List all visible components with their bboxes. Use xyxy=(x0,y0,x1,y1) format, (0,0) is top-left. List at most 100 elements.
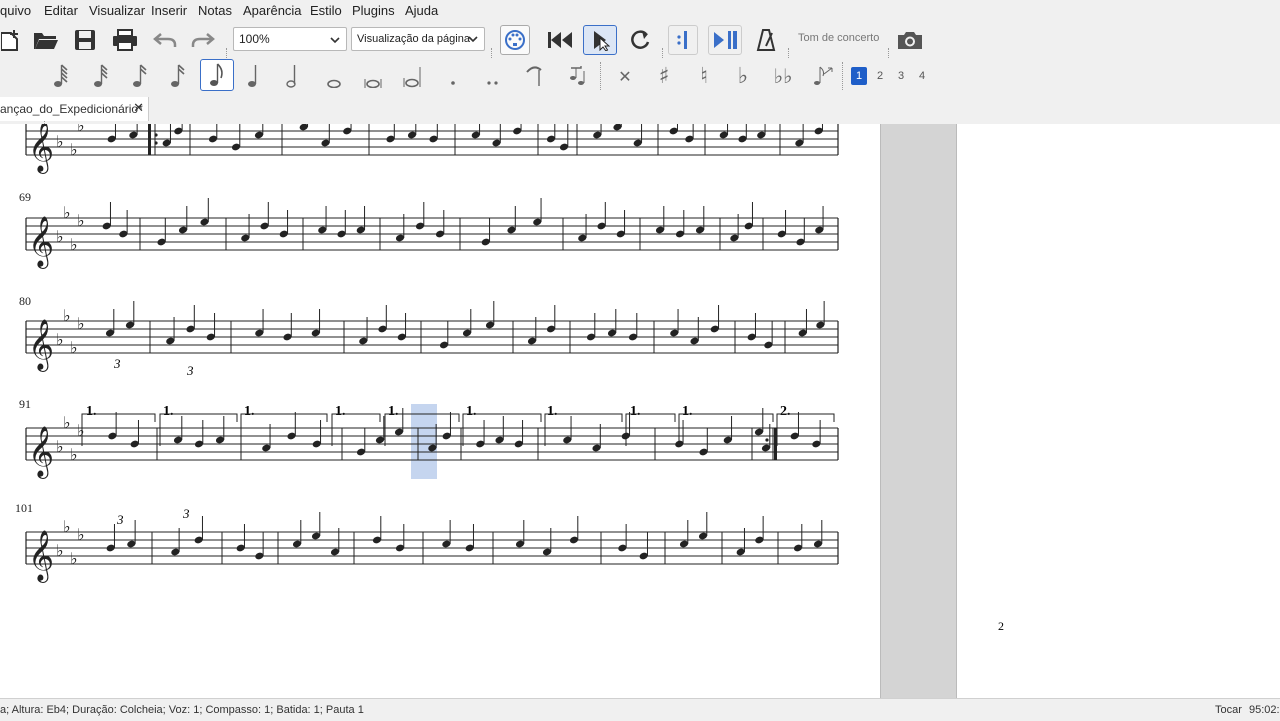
voice-4-button[interactable]: 4 xyxy=(914,67,930,85)
status-time: 95:02: xyxy=(1249,704,1280,716)
menu-style[interactable]: Estilo xyxy=(310,3,342,18)
voice-2-button[interactable]: 2 xyxy=(872,67,888,85)
undo-icon[interactable] xyxy=(152,27,178,53)
chevron-down-icon xyxy=(468,34,478,47)
duration-64th-icon[interactable] xyxy=(48,62,74,90)
print-icon[interactable] xyxy=(111,27,139,53)
close-icon[interactable]: ✕ xyxy=(133,100,144,116)
voice-swap-icon[interactable] xyxy=(810,62,836,90)
repeat-dot xyxy=(765,438,769,442)
augmentation-dot-icon[interactable] xyxy=(440,62,466,90)
view-mode-select[interactable]: Visualização da página xyxy=(351,27,485,51)
flat-accidental: ♭ xyxy=(63,124,71,127)
score-staves: 𝄞♭♭♭♭𝄞♭♭♭♭𝄞♭♭♭♭𝄞♭♭♭♭𝄞♭♭♭♭ xyxy=(25,124,839,583)
score-page[interactable]: 69 80 91 101 1. 1. 1. 1. 1. 1. 1. 1. 1. … xyxy=(0,124,880,698)
flat-accidental: ♭ xyxy=(77,314,85,333)
page-gap xyxy=(880,124,957,698)
flat-accidental: ♭ xyxy=(63,203,71,222)
score-page-2[interactable]: 2 xyxy=(957,124,1280,698)
menu-appearance[interactable]: Aparência xyxy=(243,3,302,18)
view-mode-value: Visualização da página xyxy=(357,33,470,45)
volta-bracket xyxy=(544,413,623,446)
flat-accidental: ♭ xyxy=(77,124,85,135)
flat-accidental: ♭ xyxy=(56,227,64,246)
play-button[interactable] xyxy=(583,25,617,55)
duration-whole-icon[interactable] xyxy=(321,62,347,90)
menu-file[interactable]: quivo xyxy=(0,3,31,18)
menu-help[interactable]: Ajuda xyxy=(405,3,438,18)
volta-bracket xyxy=(331,413,381,446)
voice-3-button[interactable]: 3 xyxy=(893,67,909,85)
loop-icon[interactable] xyxy=(625,26,655,54)
duration-breve-icon[interactable] xyxy=(360,62,386,90)
double-sharp-icon[interactable]: ✕ xyxy=(612,62,638,90)
status-bar: a; Altura: Eb4; Duração: Colcheia; Voz: … xyxy=(0,698,1280,721)
loop-in-icon[interactable] xyxy=(668,25,698,55)
flat-accidental: ♭ xyxy=(70,445,78,464)
flat-accidental: ♭ xyxy=(70,140,78,159)
flat-icon[interactable]: ♭ xyxy=(730,62,756,90)
duration-longa-icon[interactable] xyxy=(399,62,425,90)
concert-pitch-toggle[interactable]: Tom de concerto xyxy=(798,32,879,44)
volta-bracket xyxy=(776,413,835,446)
rewind-icon[interactable] xyxy=(545,26,575,54)
natural-icon[interactable]: ♮ xyxy=(691,62,717,90)
flat-accidental: ♭ xyxy=(63,517,71,536)
menu-plugins[interactable]: Plugins xyxy=(352,3,395,18)
flat-accidental: ♭ xyxy=(56,132,64,151)
treble-clef: 𝄞 xyxy=(28,216,54,269)
flat-accidental: ♭ xyxy=(70,549,78,568)
save-icon[interactable] xyxy=(72,27,98,53)
status-mode: Tocar xyxy=(1215,704,1242,716)
duration-16th-icon[interactable] xyxy=(165,62,191,90)
treble-clef: 𝄞 xyxy=(28,530,54,583)
menu-edit[interactable]: Editar xyxy=(44,3,78,18)
menu-notes[interactable]: Notas xyxy=(198,3,232,18)
volta-bracket xyxy=(240,413,328,446)
duration-half-icon[interactable] xyxy=(280,62,306,90)
duration-quarter-icon[interactable] xyxy=(241,62,267,90)
flat-accidental: ♭ xyxy=(56,437,64,456)
zoom-value: 100% xyxy=(239,32,270,46)
repeat-dot xyxy=(154,133,158,137)
tab-bar xyxy=(0,97,1280,121)
double-dot-icon[interactable] xyxy=(480,62,506,90)
menu-view[interactable]: Visualizar xyxy=(89,3,145,18)
sharp-icon[interactable]: ♯ xyxy=(651,62,677,90)
duration-16th-icon[interactable] xyxy=(127,62,153,90)
tie-icon[interactable] xyxy=(521,62,547,90)
volta-bracket xyxy=(81,413,156,446)
duration-eighth-icon[interactable] xyxy=(200,59,234,91)
score-tab[interactable]: ançao_do_Expedicionário* ✕ xyxy=(0,97,149,121)
menu-insert[interactable]: Inserir xyxy=(151,3,187,18)
flip-direction-icon[interactable] xyxy=(564,62,590,90)
flat-accidental: ♭ xyxy=(70,338,78,357)
volta-bracket xyxy=(625,413,676,446)
flat-accidental: ♭ xyxy=(77,525,85,544)
repeat-dot xyxy=(154,141,158,145)
metronome-icon[interactable] xyxy=(752,26,780,54)
volta-bracket xyxy=(384,413,460,446)
status-text: a; Altura: Eb4; Duração: Colcheia; Voz: … xyxy=(0,704,364,716)
flat-accidental: ♭ xyxy=(56,541,64,560)
zoom-select[interactable]: 100% xyxy=(233,27,347,51)
flat-accidental: ♭ xyxy=(56,330,64,349)
voice-1-button[interactable]: 1 xyxy=(851,67,867,85)
loop-out-icon[interactable] xyxy=(708,25,742,55)
main-toolbar: 100% Visualização da página Tom de conce… xyxy=(0,22,1280,76)
midi-input-icon[interactable] xyxy=(500,25,530,55)
double-flat-icon[interactable]: ♭♭ xyxy=(770,62,796,90)
treble-clef: 𝄞 xyxy=(28,319,54,372)
new-file-icon[interactable] xyxy=(0,27,22,53)
treble-clef: 𝄞 xyxy=(28,426,54,479)
camera-icon[interactable] xyxy=(895,26,925,54)
open-folder-icon[interactable] xyxy=(32,27,60,53)
redo-icon[interactable] xyxy=(190,27,216,53)
page-number: 2 xyxy=(998,619,1004,633)
duration-32nd-icon[interactable] xyxy=(88,62,114,90)
flat-accidental: ♭ xyxy=(63,306,71,325)
treble-clef: 𝄞 xyxy=(28,124,54,174)
score-tab-title: ançao_do_Expedicionário* xyxy=(0,102,143,116)
chevron-down-icon xyxy=(330,34,340,48)
flat-accidental: ♭ xyxy=(77,421,85,440)
